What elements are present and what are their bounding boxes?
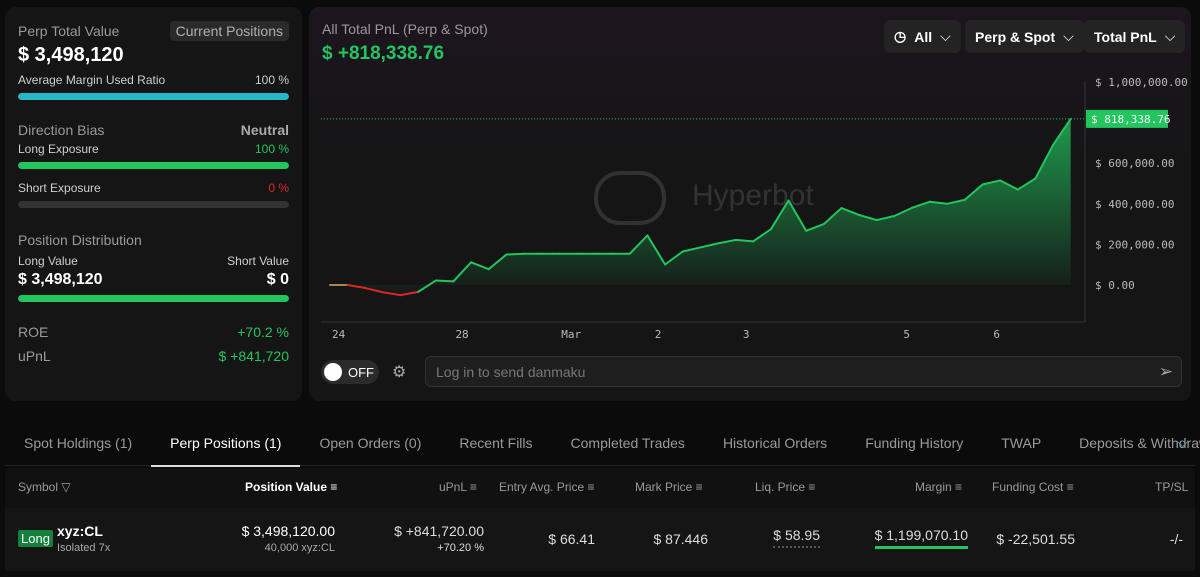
danmaku-input[interactable]: Log in to send danmaku ➢ bbox=[425, 356, 1182, 387]
perp-total-label: Perp Total Value bbox=[18, 23, 120, 39]
current-value-label: $ 818,338.76 bbox=[1091, 113, 1170, 126]
x-tick-label: 5 bbox=[903, 328, 910, 341]
danmaku-toggle[interactable]: OFF bbox=[321, 360, 379, 384]
x-tick-label: 2 bbox=[655, 328, 662, 341]
tab-perp-positions-1[interactable]: Perp Positions (1) bbox=[151, 420, 301, 467]
col-entry[interactable]: Entry Avg. Price ≡ bbox=[499, 480, 595, 494]
positions-table: Symbol ▽ Position Value ≡ uPnL ≡ Entry A… bbox=[5, 468, 1195, 571]
tab-twap[interactable]: TWAP bbox=[982, 420, 1060, 466]
current-positions-button[interactable]: Current Positions bbox=[169, 21, 289, 41]
tab-recent-fills[interactable]: Recent Fills bbox=[440, 420, 551, 466]
x-tick-label: 3 bbox=[743, 328, 750, 341]
col-mark[interactable]: Mark Price ≡ bbox=[635, 480, 703, 494]
col-margin[interactable]: Margin ≡ bbox=[915, 480, 962, 494]
table-row[interactable]: Long xyz:CL Isolated 7x $ 3,498,120.00 4… bbox=[5, 508, 1195, 570]
x-tick-label: 6 bbox=[993, 328, 1000, 341]
symbol[interactable]: xyz:CL bbox=[57, 523, 103, 539]
mark-price: $ 87.446 bbox=[653, 531, 709, 547]
upnl-pct: +70.20 % bbox=[437, 542, 484, 554]
long-exposure-value: 100 % bbox=[254, 142, 289, 156]
y-tick-label: $ 0.00 bbox=[1095, 279, 1135, 292]
settings-icon[interactable]: ⚙ bbox=[392, 362, 406, 382]
col-tpsl: TP/SL bbox=[1155, 480, 1189, 494]
short-exposure-bar bbox=[18, 201, 289, 208]
short-exposure-value: 0 % bbox=[268, 181, 289, 195]
y-tick-label: $ 400,000.00 bbox=[1095, 198, 1174, 211]
col-liq[interactable]: Liq. Price ≡ bbox=[755, 480, 815, 494]
roe-value: +70.2 % bbox=[237, 324, 289, 340]
tab-bar: Spot Holdings (1) Perp Positions (1) Open … bbox=[5, 420, 1200, 467]
roe-label: ROE bbox=[18, 324, 49, 340]
funding-cost: $ -22,501.55 bbox=[996, 531, 1075, 547]
direction-label: Direction Bias bbox=[18, 122, 105, 138]
col-symbol[interactable]: Symbol ▽ bbox=[18, 480, 71, 494]
short-exposure-label: Short Exposure bbox=[18, 181, 101, 195]
toggle-label: OFF bbox=[348, 364, 374, 380]
margin-value: 100 % bbox=[254, 73, 289, 87]
summary-panel: Perp Total Value Current Positions $ 3,49… bbox=[5, 7, 302, 401]
danmaku-placeholder: Log in to send danmaku bbox=[436, 363, 586, 380]
short-value-label: Short Value bbox=[227, 254, 289, 268]
position-size: 40,000 xyz:CL bbox=[264, 542, 335, 554]
x-tick-label: 24 bbox=[332, 328, 346, 341]
upnl-label: uPnL bbox=[18, 348, 51, 364]
toggle-knob bbox=[324, 363, 342, 381]
distribution-label: Position Distribution bbox=[18, 232, 142, 248]
tab-open-orders-0[interactable]: Open Orders (0) bbox=[300, 420, 440, 466]
filter-icon[interactable]: ▽ bbox=[61, 480, 70, 494]
col-position-value[interactable]: Position Value ≡ bbox=[245, 480, 337, 494]
y-tick-label: $ 600,000.00 bbox=[1095, 157, 1174, 170]
margin-mode: Isolated 7x bbox=[57, 542, 111, 554]
chevron-down-icon[interactable]: ⌵ bbox=[1177, 434, 1188, 451]
direction-value: Neutral bbox=[240, 122, 289, 138]
send-icon[interactable]: ➢ bbox=[1159, 362, 1173, 382]
pnl-line-segment bbox=[434, 279, 455, 283]
margin: $ 1,199,070.10 bbox=[874, 527, 968, 549]
x-tick-label: Mar bbox=[561, 328, 581, 341]
margin-bar bbox=[18, 93, 289, 100]
col-funding[interactable]: Funding Cost ≡ bbox=[992, 480, 1074, 494]
x-tick-label: 28 bbox=[455, 328, 468, 341]
distribution-bar bbox=[18, 295, 289, 302]
side-badge: Long bbox=[18, 530, 53, 547]
y-tick-label: $ 200,000.00 bbox=[1095, 238, 1174, 251]
long-value-label: Long Value bbox=[18, 254, 78, 268]
position-value: $ 3,498,120.00 bbox=[241, 523, 335, 539]
long-exposure-bar bbox=[18, 162, 289, 169]
pnl-line-segment bbox=[505, 252, 525, 256]
y-tick-label: $ 1,000,000.00 bbox=[1095, 76, 1188, 89]
pnl-line-segment bbox=[734, 238, 755, 243]
perp-total-value: $ 3,498,120 bbox=[18, 44, 124, 66]
upnl: $ +841,720.00 bbox=[394, 523, 484, 539]
long-value: $ 3,498,120 bbox=[18, 271, 103, 288]
tab-completed-trades[interactable]: Completed Trades bbox=[552, 420, 704, 466]
tpsl[interactable]: -/- bbox=[1170, 531, 1183, 547]
col-upnl[interactable]: uPnL ≡ bbox=[439, 480, 477, 494]
margin-label: Average Margin Used Ratio bbox=[18, 73, 166, 87]
upnl-value: $ +841,720 bbox=[218, 348, 289, 364]
short-value: $ 0 bbox=[266, 271, 289, 288]
liq-price: $ 58.95 bbox=[773, 527, 820, 548]
pnl-chart: Hyperbot $ 1,000,000.00 $ 600,000.00 $ 400… bbox=[321, 76, 1188, 341]
entry-price: $ 66.41 bbox=[548, 531, 595, 547]
svg-text:Hyperbot: Hyperbot bbox=[692, 179, 814, 212]
tab-historical-orders[interactable]: Historical Orders bbox=[704, 420, 846, 466]
long-exposure-label: Long Exposure bbox=[18, 142, 99, 156]
tab-spot-holdings-1[interactable]: Spot Holdings (1) bbox=[5, 420, 151, 466]
pnl-chart-panel: All Total PnL (Perp & Spot) $ +818,338.7… bbox=[309, 7, 1191, 401]
tab-funding-history[interactable]: Funding History bbox=[846, 420, 982, 466]
